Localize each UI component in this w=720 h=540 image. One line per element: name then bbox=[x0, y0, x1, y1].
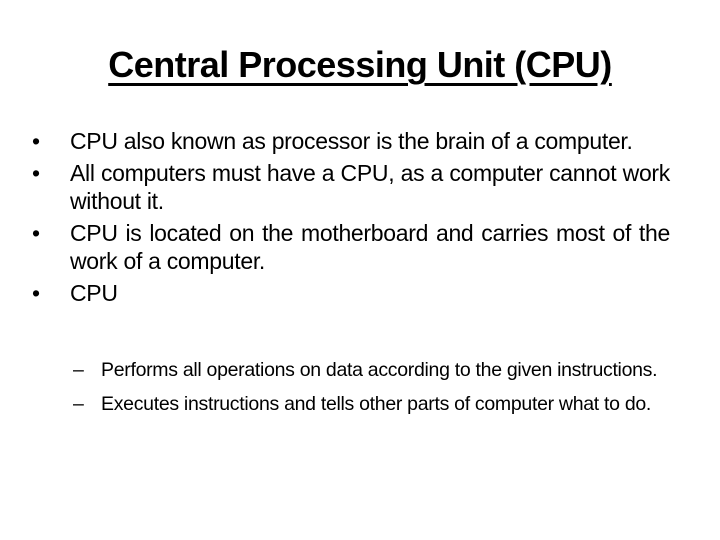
sub-bullet-item: – Executes instructions and tells other … bbox=[73, 392, 670, 416]
sub-bullet-item: – Performs all operations on data accord… bbox=[73, 358, 670, 382]
bullet-item: • All computers must have a CPU, as a co… bbox=[30, 159, 670, 215]
bullet-icon: • bbox=[32, 220, 40, 246]
bullet-icon: • bbox=[32, 160, 40, 186]
dash-icon: – bbox=[73, 359, 84, 381]
bullet-text: CPU also known as processor is the brain… bbox=[70, 128, 633, 154]
sub-bullet-text: Performs all operations on data accordin… bbox=[101, 359, 658, 381]
sub-bullet-text: Executes instructions and tells other pa… bbox=[101, 393, 652, 415]
bullet-item: • CPU bbox=[30, 279, 670, 307]
bullet-item: • CPU also known as processor is the bra… bbox=[30, 127, 670, 155]
bullet-icon: • bbox=[32, 128, 40, 154]
bullet-text: All computers must have a CPU, as a comp… bbox=[70, 160, 670, 214]
dash-icon: – bbox=[73, 393, 84, 415]
slide-title: Central Processing Unit (CPU) bbox=[108, 44, 612, 85]
bullet-text: CPU is located on the motherboard and ca… bbox=[70, 220, 670, 274]
sub-bullet-list: – Performs all operations on data accord… bbox=[73, 358, 670, 426]
bullet-item: • CPU is located on the motherboard and … bbox=[30, 219, 670, 275]
bullet-icon: • bbox=[32, 280, 40, 306]
bullet-list: • CPU also known as processor is the bra… bbox=[30, 127, 670, 311]
bullet-text: CPU bbox=[70, 280, 118, 306]
